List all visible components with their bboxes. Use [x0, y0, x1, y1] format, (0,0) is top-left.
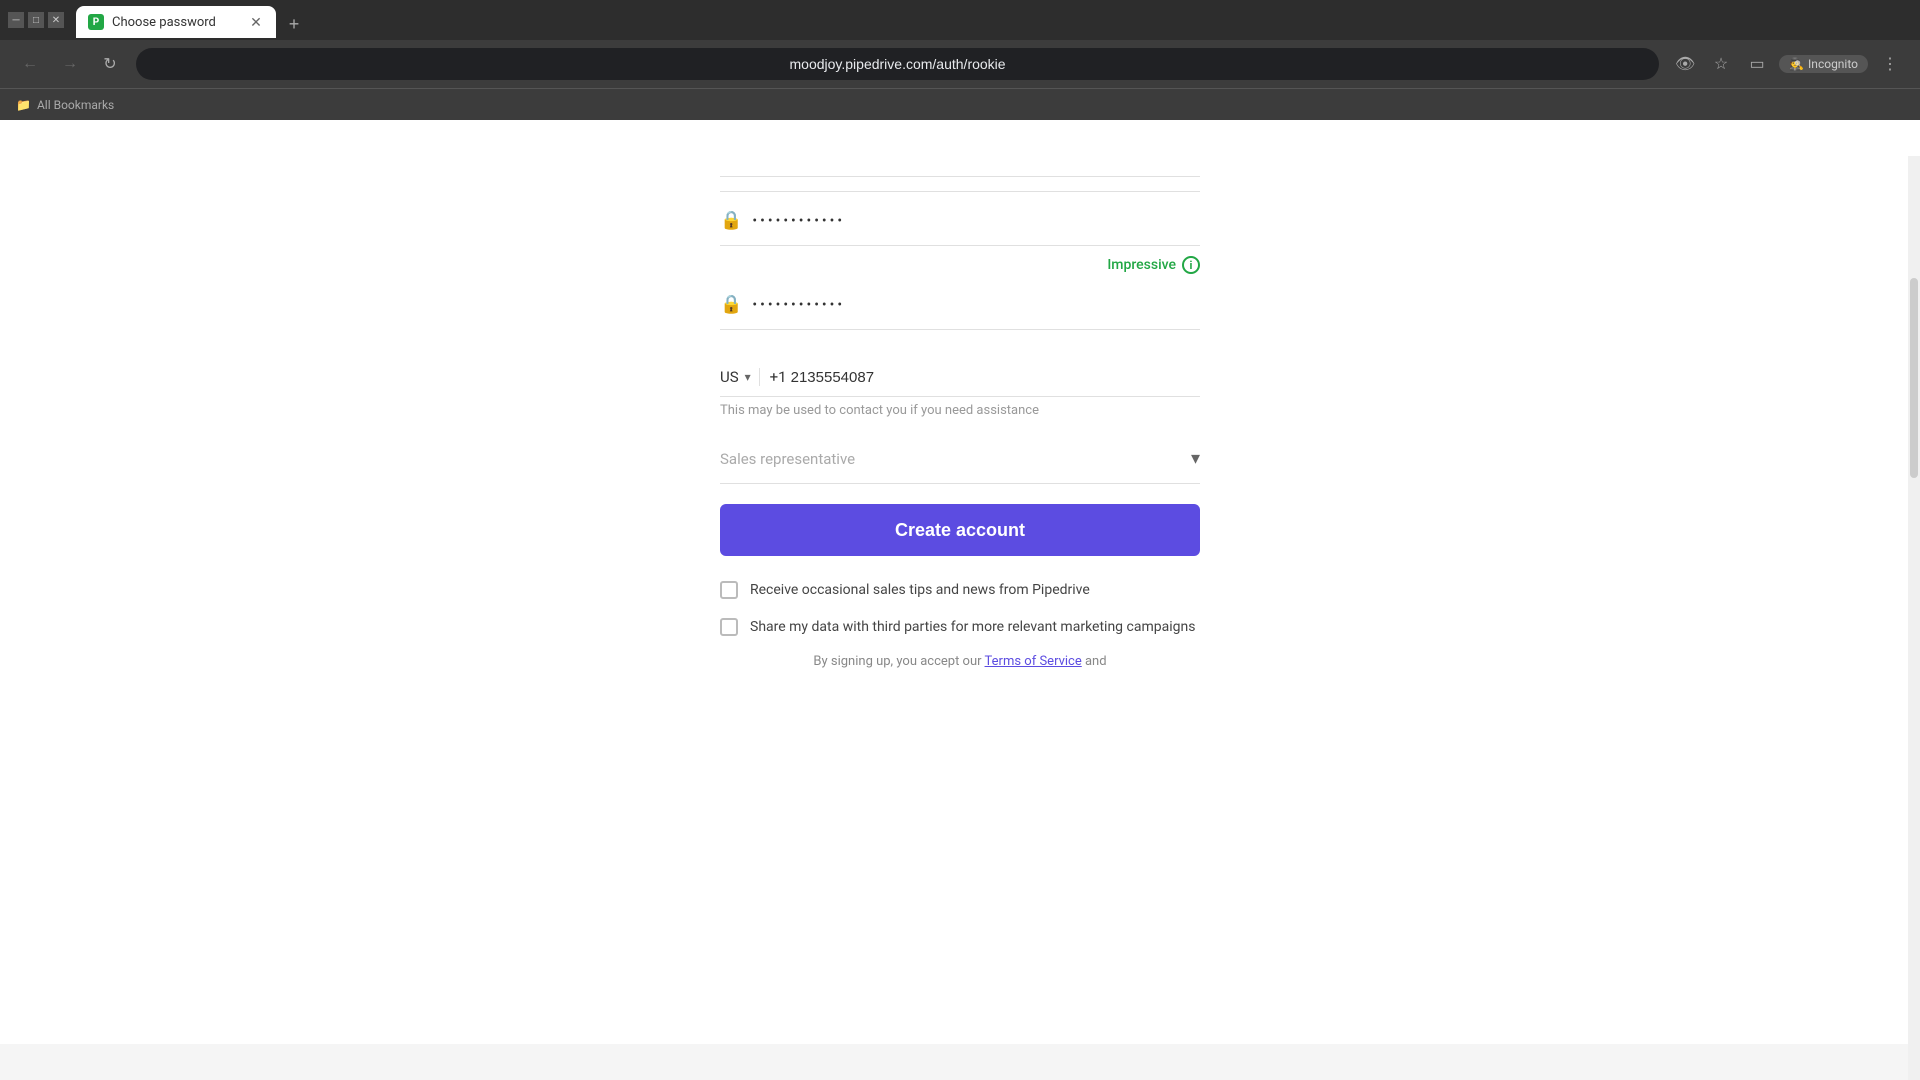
scrollbar-thumb[interactable] [1910, 278, 1918, 478]
more-options-button[interactable]: ⋮ [1876, 50, 1904, 78]
password-value-1: •••••••••••• [752, 213, 845, 229]
form-container: 🔒 •••••••••••• Impressive i 🔒 ••••••••••… [720, 120, 1200, 1044]
browser-chrome: ─ □ ✕ P Choose password ✕ + ← → ↻ 👁 ☆ ▭ [0, 0, 1920, 120]
data-sharing-label: Share my data with third parties for mor… [750, 617, 1195, 638]
info-icon[interactable]: i [1182, 256, 1200, 274]
forward-button[interactable]: → [56, 50, 84, 78]
checkbox-row-2: Share my data with third parties for mor… [720, 617, 1200, 638]
role-chevron-icon: ▾ [1191, 448, 1200, 469]
incognito-badge: 🕵 Incognito [1779, 55, 1868, 73]
bookmark-icon[interactable]: ☆ [1707, 50, 1735, 78]
country-chevron-icon: ▾ [745, 370, 751, 384]
close-button[interactable]: ✕ [48, 12, 64, 28]
tab-title: Choose password [112, 15, 240, 30]
sidebar-icon[interactable]: ▭ [1743, 50, 1771, 78]
browser-icons: 👁 ☆ ▭ 🕵 Incognito ⋮ [1671, 50, 1904, 78]
password-input-row-2: 🔒 •••••••••••• [720, 280, 1200, 330]
lock-icon-2: 🔒 [720, 294, 742, 315]
terms-suffix: and [1085, 654, 1107, 669]
role-dropdown[interactable]: Sales representative ▾ [720, 434, 1200, 484]
page-content: 🔒 •••••••••••• Impressive i 🔒 ••••••••••… [0, 120, 1920, 1044]
terms-row: By signing up, you accept our Terms of S… [720, 654, 1200, 669]
tab-bar: P Choose password ✕ + [76, 2, 1912, 38]
eye-slash-icon[interactable]: 👁 [1671, 50, 1699, 78]
active-tab[interactable]: P Choose password ✕ [76, 6, 276, 38]
address-bar: ← → ↻ 👁 ☆ ▭ 🕵 Incognito ⋮ [0, 40, 1920, 88]
terms-of-service-link[interactable]: Terms of Service [985, 654, 1082, 669]
back-button[interactable]: ← [16, 50, 44, 78]
tab-close-button[interactable]: ✕ [248, 14, 264, 30]
sales-tips-label: Receive occasional sales tips and news f… [750, 580, 1090, 601]
phone-row: US ▾ +1 [720, 358, 1200, 397]
reload-button[interactable]: ↻ [96, 50, 124, 78]
phone-hint: This may be used to contact you if you n… [720, 403, 1200, 418]
phone-input[interactable] [791, 369, 1200, 386]
incognito-icon: 🕵 [1789, 57, 1804, 71]
data-sharing-checkbox[interactable] [720, 618, 738, 636]
folder-icon: 📁 [16, 98, 31, 112]
scrollbar-track [1908, 156, 1920, 1044]
confirm-password-field-group: 🔒 •••••••••••• [720, 280, 1200, 330]
strength-label: Impressive [1107, 257, 1176, 273]
new-tab-button[interactable]: + [280, 10, 308, 38]
title-bar: ─ □ ✕ P Choose password ✕ + [0, 0, 1920, 40]
top-partial-input-row [720, 148, 1200, 177]
country-code-text: US [720, 368, 739, 386]
terms-prefix: By signing up, you accept our [813, 654, 981, 669]
password-field-group: 🔒 •••••••••••• [720, 196, 1200, 246]
lock-icon-1: 🔒 [720, 210, 742, 231]
bookmarks-bar: 📁 All Bookmarks [0, 88, 1920, 120]
address-input[interactable] [136, 48, 1659, 80]
strength-row: Impressive i [720, 250, 1200, 280]
maximize-button[interactable]: □ [28, 12, 44, 28]
minimize-button[interactable]: ─ [8, 12, 24, 28]
tab-favicon: P [88, 14, 104, 30]
bookmarks-label: 📁 All Bookmarks [16, 98, 114, 112]
window-controls: ─ □ ✕ [8, 12, 64, 28]
country-select[interactable]: US ▾ [720, 368, 760, 386]
password-value-2: •••••••••••• [752, 297, 845, 313]
incognito-label: Incognito [1808, 57, 1858, 71]
role-placeholder: Sales representative [720, 450, 1191, 468]
phone-prefix: +1 [770, 368, 787, 386]
sales-tips-checkbox[interactable] [720, 581, 738, 599]
password-input-row-1: 🔒 •••••••••••• [720, 196, 1200, 246]
checkbox-row-1: Receive occasional sales tips and news f… [720, 580, 1200, 601]
create-account-button[interactable]: Create account [720, 504, 1200, 556]
partial-field [720, 140, 1200, 192]
